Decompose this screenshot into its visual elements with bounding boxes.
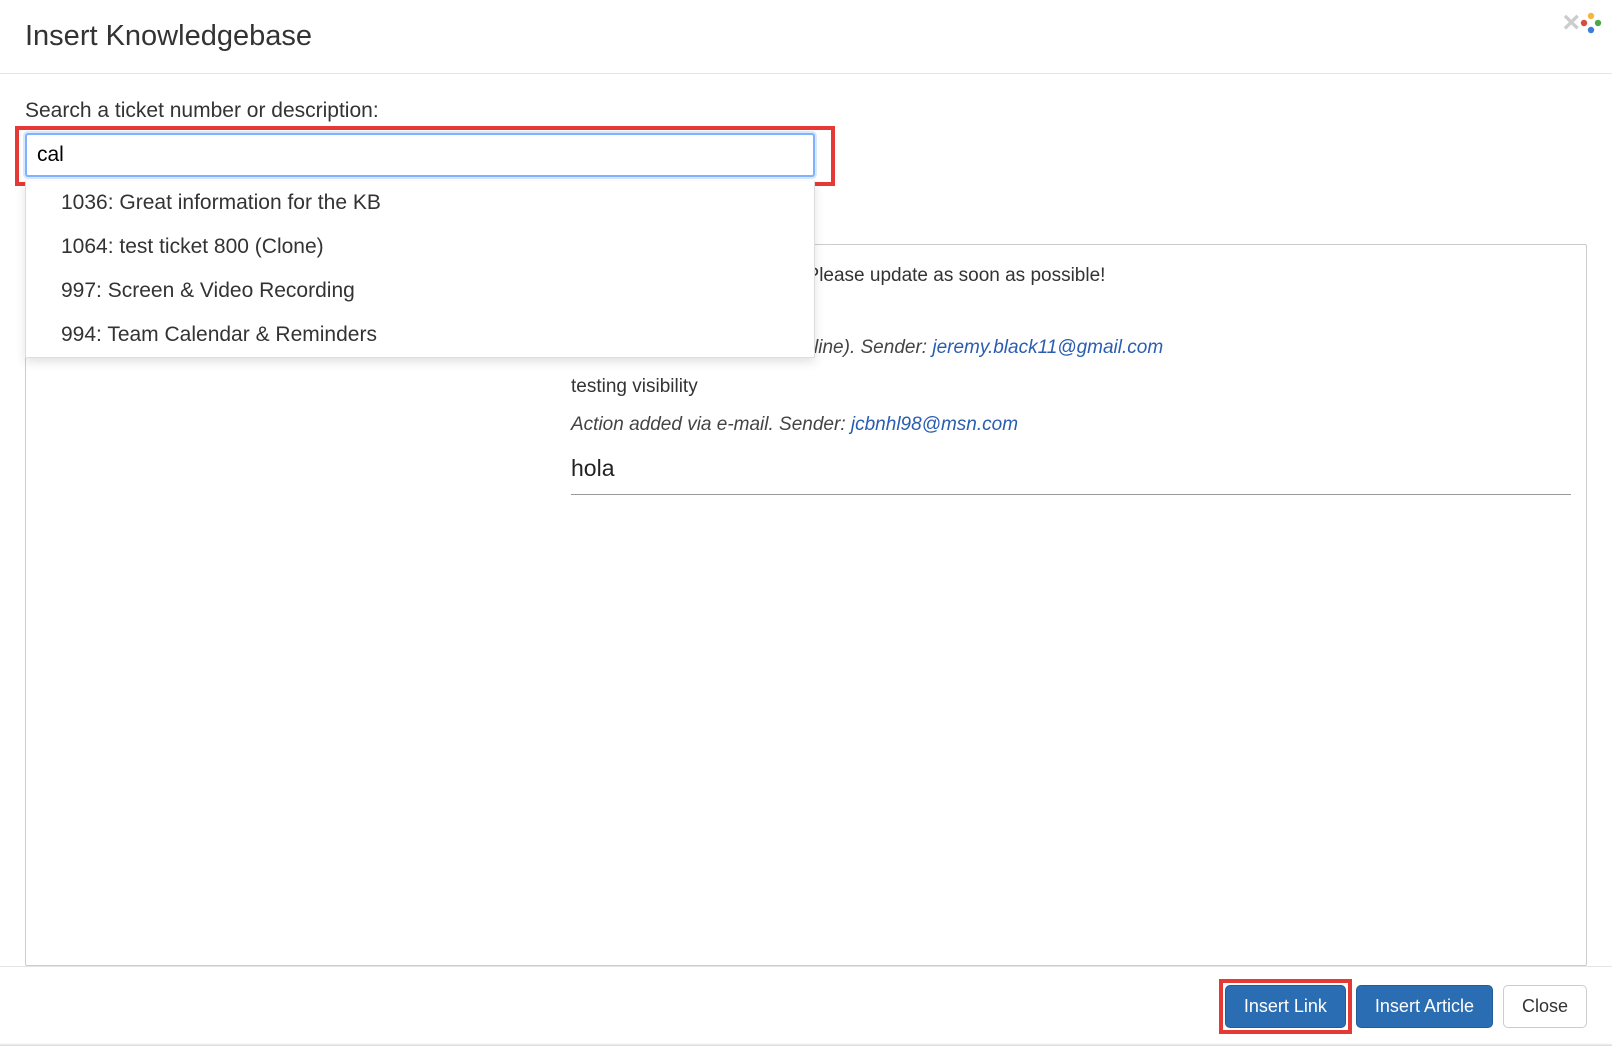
insert-article-button[interactable]: Insert Article [1356,985,1493,1028]
modal-footer: Insert Link Insert Article Close [0,966,1612,1046]
modal-header: Insert Knowledgebase × [0,0,1612,74]
sender-email-link[interactable]: jeremy.black11@gmail.com [932,337,1163,358]
action-added-line: Action added via e-mail. Sender: jcbnhl9… [571,409,1571,441]
search-label: Search a ticket number or description: [25,99,1587,123]
modal-title: Insert Knowledgebase [25,20,312,53]
search-input[interactable] [25,133,815,177]
action-added-prefix: Action added via e-mail. Sender: [571,414,851,435]
autocomplete-item[interactable]: 1064: test ticket 800 (Clone) [26,225,814,269]
autocomplete-item[interactable]: 994: Team Calendar & Reminders [26,313,814,357]
autocomplete-item[interactable]: 1036: Great information for the KB [26,181,814,225]
insert-link-button[interactable]: Insert Link [1225,985,1346,1028]
search-wrapper: 1036: Great information for the KB 1064:… [25,133,835,177]
close-area: × [1562,8,1604,38]
hola-text: hola [571,449,1571,495]
insert-knowledgebase-modal: Insert Knowledgebase × Search a ticket n… [0,0,1612,1046]
close-button[interactable]: Close [1503,985,1587,1028]
autocomplete-dropdown: 1036: Great information for the KB 1064:… [25,181,815,358]
autocomplete-item[interactable]: 997: Screen & Video Recording [26,269,814,313]
app-logo-icon [1578,10,1604,36]
action-email-link[interactable]: jcbnhl98@msn.com [851,414,1018,435]
modal-body: Search a ticket number or description: 1… [0,74,1612,966]
visibility-text: testing visibility [571,371,1571,403]
insert-link-highlight-wrap: Insert Link [1225,985,1346,1028]
